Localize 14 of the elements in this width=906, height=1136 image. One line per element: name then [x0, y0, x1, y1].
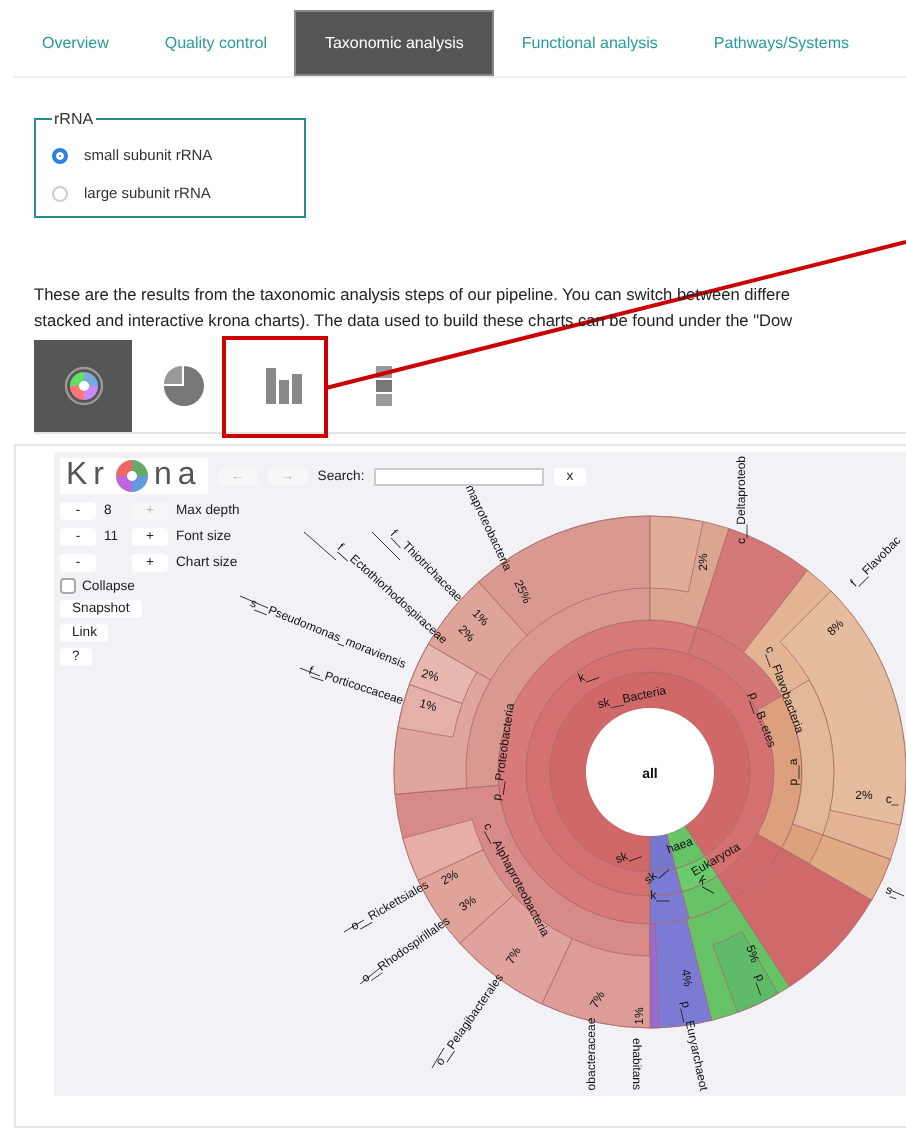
description-text: stacked and interactive krona charts). The data used to build these charts can be found under the "Dow	[34, 308, 793, 334]
checkbox[interactable]	[60, 578, 76, 594]
stacked-bar-icon	[375, 366, 391, 406]
tab[interactable]: Functional analysis	[493, 10, 686, 76]
tab[interactable]: Taxonomic analysis	[294, 10, 494, 76]
krona-icon	[63, 366, 103, 406]
group-legend: rRNA	[52, 110, 96, 128]
krona-logo: Kr na	[60, 458, 208, 494]
search-field[interactable]	[374, 467, 545, 485]
radio-button[interactable]	[52, 185, 68, 201]
chart-type-button[interactable]	[34, 340, 132, 432]
bar-chart-icon	[265, 368, 301, 404]
pie-chart-icon	[161, 364, 205, 408]
radio-button[interactable]	[52, 147, 68, 163]
